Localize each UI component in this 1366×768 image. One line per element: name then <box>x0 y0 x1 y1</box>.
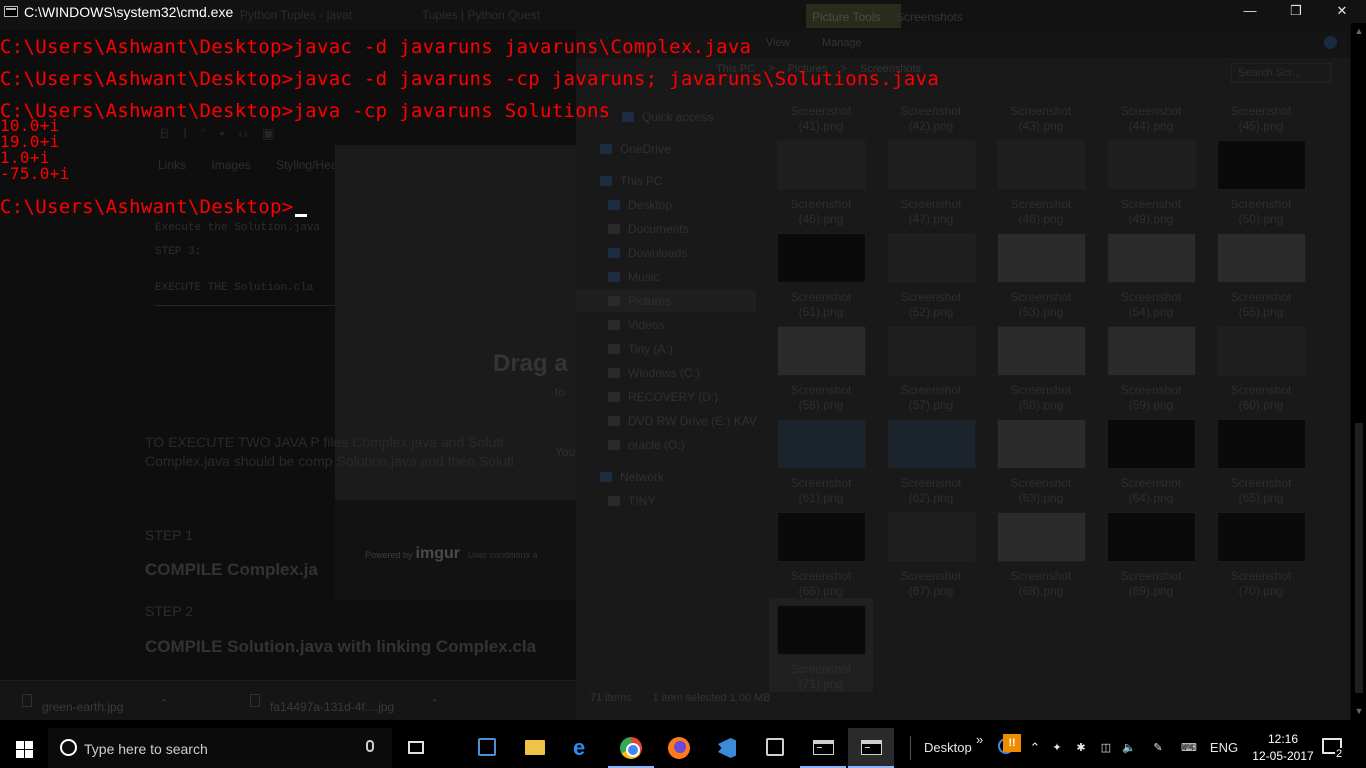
console-scroll-thumb[interactable] <box>1355 423 1363 693</box>
file-icon <box>250 694 260 707</box>
chevron-double-right-icon[interactable]: » <box>976 732 983 747</box>
search-placeholder: Type here to search <box>84 741 208 757</box>
taskbar-cmd-2[interactable] <box>848 728 894 768</box>
task-view-icon <box>408 741 424 754</box>
taskbar-cmd-1[interactable] <box>800 728 846 768</box>
volume-muted-icon[interactable]: 🔈 <box>1120 728 1138 768</box>
task-view-button[interactable] <box>393 728 439 768</box>
desktop-toolbar-label[interactable]: Desktop <box>924 740 972 755</box>
console-scrollbar[interactable]: ▲ ▼ <box>1350 23 1366 720</box>
taskbar-file-explorer[interactable] <box>512 728 558 768</box>
folder-icon <box>525 740 545 755</box>
pen-icon[interactable]: ✎ <box>1148 728 1168 768</box>
microphone-icon[interactable] <box>366 740 374 752</box>
chrome-icon <box>620 737 642 759</box>
chevron-up-icon[interactable]: ⌃ <box>159 697 168 710</box>
cmd-icon <box>813 740 834 755</box>
scroll-up-icon[interactable]: ▲ <box>1351 26 1366 36</box>
clock-time: 12:16 <box>1267 732 1299 746</box>
scroll-down-icon[interactable]: ▼ <box>1351 706 1366 716</box>
console-command-line: C:\Users\Ashwant\Desktop>javac -d javaru… <box>0 68 940 90</box>
cortana-circle-icon <box>60 739 77 756</box>
taskbar-clock[interactable]: 12:16 12-05-2017 <box>1248 731 1318 765</box>
taskbar-visual-studio[interactable] <box>704 728 750 768</box>
cmd-icon <box>861 740 882 755</box>
console-window-title: C:\WINDOWS\system32\cmd.exe <box>24 4 234 20</box>
taskbar-app-monitor[interactable] <box>464 728 510 768</box>
explorer-status-bar: 71 items 1 item selected 1.00 MB <box>590 692 789 704</box>
manager-icon <box>766 738 784 756</box>
text-cursor <box>295 214 308 217</box>
action-center-count: 2 <box>1335 748 1344 760</box>
download-shelf: green-earth.jpg ⌃ fa14497a-131d-4f....jpg… <box>0 680 580 720</box>
download-item[interactable]: fa14497a-131d-4f....jpg ⌃ <box>250 681 439 721</box>
taskbar-device-manager[interactable] <box>752 728 798 768</box>
taskbar-chrome[interactable] <box>608 728 654 768</box>
tray-warning-badge: !! <box>1003 734 1021 752</box>
start-button[interactable] <box>0 728 48 768</box>
console-title-bar[interactable]: C:\WINDOWS\system32\cmd.exe — ❒ ✕ <box>0 0 1366 23</box>
taskbar-edge[interactable]: e <box>560 728 606 768</box>
item-count: 71 items <box>590 692 632 704</box>
bluetooth-icon[interactable]: ✱ <box>1072 728 1090 768</box>
desktop-monitor-icon <box>478 738 496 756</box>
visual-studio-icon <box>718 738 736 758</box>
console-output-line: -75.0+i <box>0 164 70 183</box>
clock-date: 12-05-2017 <box>1252 749 1314 763</box>
taskbar-search-box[interactable]: Type here to search <box>48 728 392 768</box>
console-command-line: C:\Users\Ashwant\Desktop>java -cp javaru… <box>0 100 611 122</box>
windows-logo-icon <box>25 741 33 749</box>
show-hidden-icons-icon[interactable]: ⌃ <box>1026 728 1044 768</box>
windows-logo-icon <box>25 750 33 758</box>
remote-icon[interactable]: ✦ <box>1048 728 1066 768</box>
selection-info: 1 item selected 1.00 MB <box>652 692 771 704</box>
console-prompt: C:\Users\Ashwant\Desktop> <box>0 196 294 218</box>
chevron-up-icon[interactable]: ⌃ <box>430 697 439 710</box>
firefox-icon <box>668 737 690 759</box>
console-command-line: C:\Users\Ashwant\Desktop>javac -d javaru… <box>0 36 752 58</box>
taskbar-firefox[interactable] <box>656 728 702 768</box>
windows-logo-icon <box>16 741 24 749</box>
file-icon <box>22 694 32 707</box>
taskbar: Type here to search e Desktop » !! ⌃ ✦ ✱… <box>0 728 1366 768</box>
close-button[interactable]: ✕ <box>1319 0 1365 23</box>
maximize-button[interactable]: ❒ <box>1273 0 1319 23</box>
language-indicator[interactable]: ENG <box>1208 728 1240 768</box>
console-prompt-line[interactable]: C:\Users\Ashwant\Desktop> <box>0 196 308 218</box>
console-output-area[interactable]: C:\Users\Ashwant\Desktop>javac -d javaru… <box>0 23 1350 680</box>
minimize-button[interactable]: — <box>1227 0 1273 23</box>
download-item[interactable]: green-earth.jpg ⌃ <box>22 681 169 721</box>
edge-icon: e <box>573 735 586 760</box>
keyboard-icon[interactable]: ⌨ <box>1176 728 1202 768</box>
windows-logo-icon <box>16 750 24 758</box>
taskbar-separator <box>910 736 911 760</box>
download-filename: green-earth.jpg <box>42 700 124 714</box>
battery-icon[interactable]: ◫ <box>1096 728 1116 768</box>
console-app-icon <box>4 6 18 17</box>
download-filename: fa14497a-131d-4f....jpg <box>270 700 395 714</box>
desktop-screen: Python Tuples - javat Tuples | Python Qu… <box>0 0 1366 768</box>
